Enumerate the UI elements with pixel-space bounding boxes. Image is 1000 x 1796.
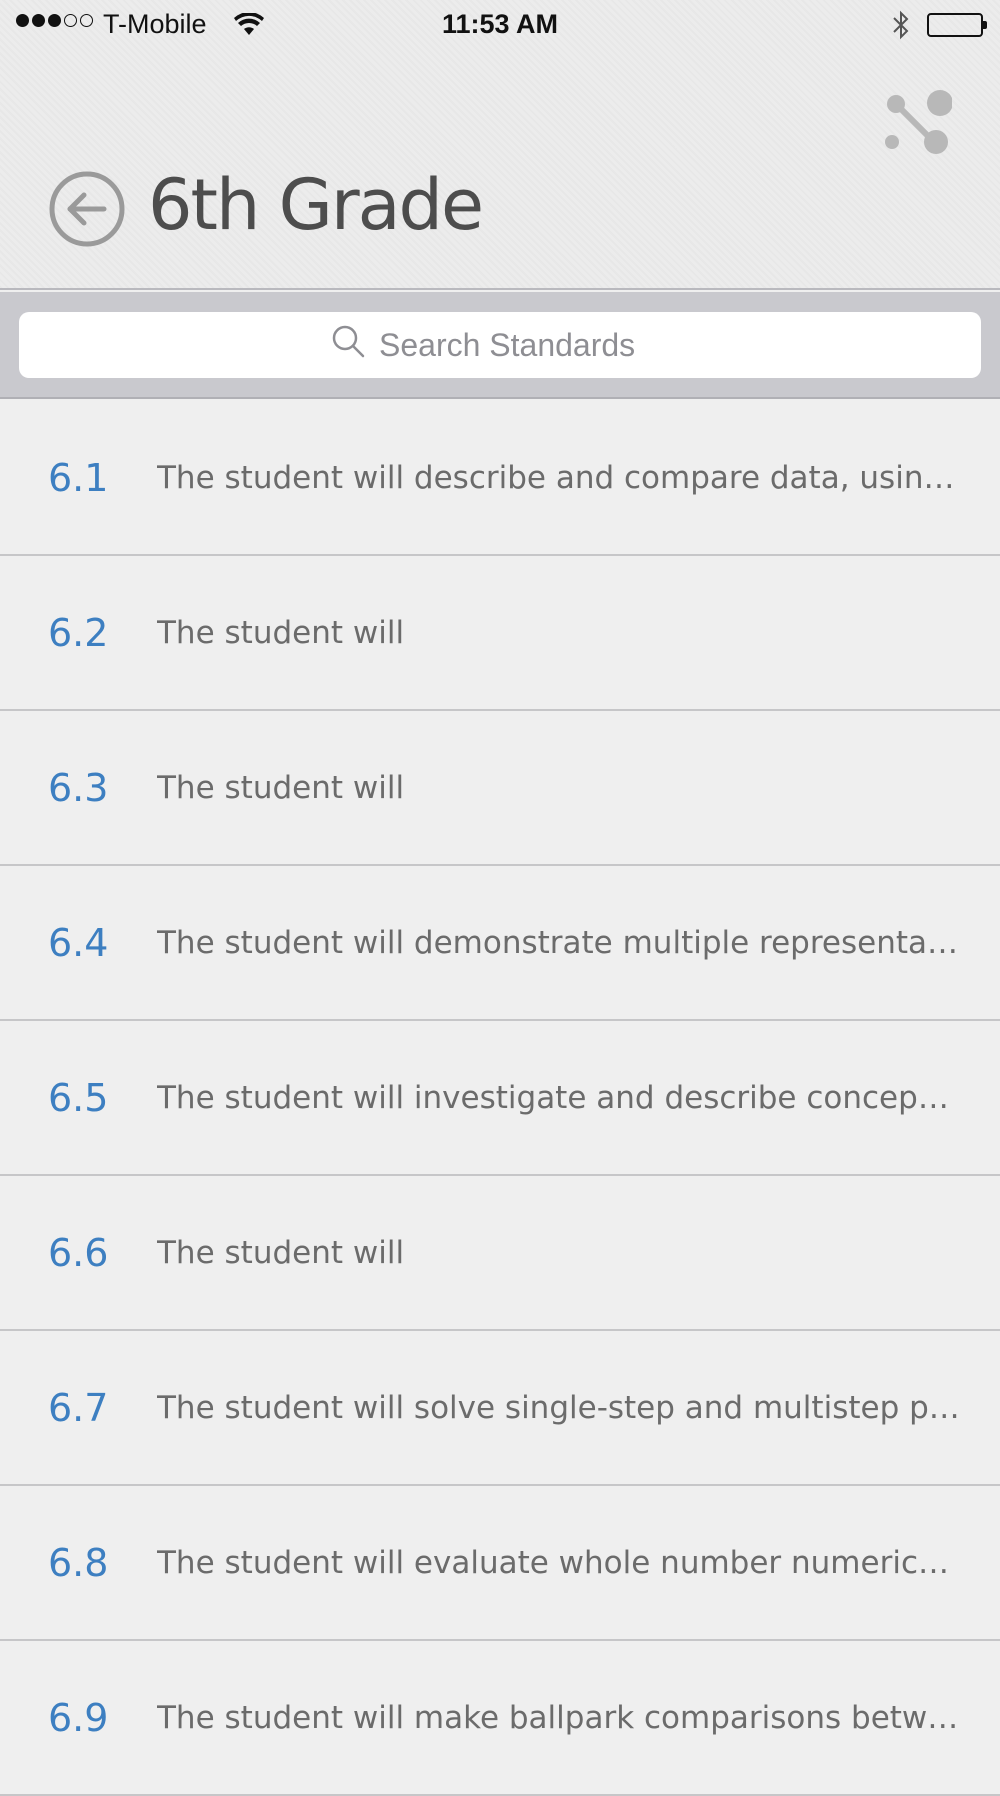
standard-description: The student will demonstrate multiple re… bbox=[157, 924, 960, 961]
standard-description: The student will describe and compare da… bbox=[157, 459, 960, 496]
share-button[interactable] bbox=[882, 86, 953, 156]
standard-description: The student will bbox=[157, 614, 405, 651]
list-item[interactable]: 6.6 The student will bbox=[0, 1176, 1000, 1331]
bluetooth-icon bbox=[890, 9, 912, 48]
list-item[interactable]: 6.9 The student will make ballpark compar… bbox=[0, 1641, 1000, 1796]
standard-number: 6.6 bbox=[48, 1230, 109, 1275]
list-item[interactable]: 6.8 The student will evaluate whole numbe… bbox=[0, 1486, 1000, 1641]
search-bar bbox=[0, 292, 1000, 399]
standard-number: 6.1 bbox=[48, 455, 109, 500]
list-item[interactable]: 6.7 The student will solve single-step an… bbox=[0, 1331, 1000, 1486]
standard-description: The student will bbox=[157, 1234, 405, 1271]
standard-number: 6.9 bbox=[48, 1695, 109, 1740]
standard-description: The student will make ballpark compariso… bbox=[157, 1699, 960, 1736]
search-field-container[interactable] bbox=[19, 312, 981, 378]
search-input[interactable] bbox=[379, 326, 669, 364]
standard-number: 6.2 bbox=[48, 610, 109, 655]
list-item[interactable]: 6.3 The student will bbox=[0, 711, 1000, 866]
search-icon bbox=[331, 324, 365, 366]
standards-list: 6.1 The student will describe and compare… bbox=[0, 401, 1000, 1796]
share-icon bbox=[885, 90, 953, 154]
back-arrow-circle-icon bbox=[49, 171, 125, 247]
list-item[interactable]: 6.4 The student will demonstrate multiple… bbox=[0, 866, 1000, 1021]
list-item[interactable]: 6.1 The student will describe and compare… bbox=[0, 401, 1000, 556]
standard-number: 6.5 bbox=[48, 1075, 109, 1120]
standard-description: The student will bbox=[157, 769, 405, 806]
standard-number: 6.7 bbox=[48, 1385, 109, 1430]
standard-description: The student will evaluate whole number n… bbox=[157, 1544, 960, 1581]
clock: 11:53 AM bbox=[441, 9, 559, 39]
standard-description: The student will investigate and describ… bbox=[157, 1079, 960, 1116]
page-title: 6th Grade bbox=[148, 164, 484, 246]
battery-icon bbox=[927, 13, 987, 37]
standard-description: The student will solve single-step and m… bbox=[157, 1389, 960, 1426]
header: T-Mobile 11:53 AM 6th Grade bbox=[0, 0, 1000, 290]
standard-number: 6.8 bbox=[48, 1540, 109, 1585]
back-button[interactable] bbox=[48, 170, 126, 248]
status-bar: T-Mobile 11:53 AM bbox=[0, 0, 1000, 50]
standard-number: 6.3 bbox=[48, 765, 109, 810]
list-item[interactable]: 6.5 The student will investigate and desc… bbox=[0, 1021, 1000, 1176]
standard-number: 6.4 bbox=[48, 920, 109, 965]
list-item[interactable]: 6.2 The student will bbox=[0, 556, 1000, 711]
